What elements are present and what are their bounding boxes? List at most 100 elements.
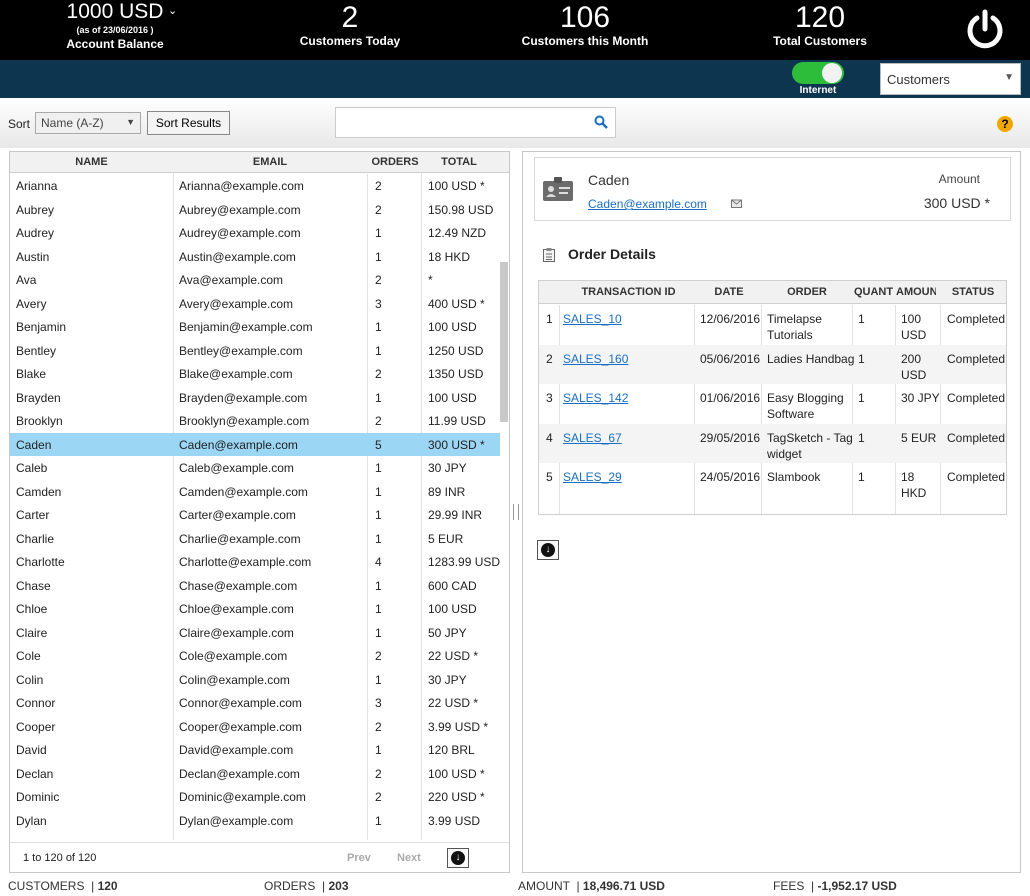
cell-name: Benjamin <box>16 320 67 334</box>
column-amount[interactable]: AMOUN <box>896 286 936 298</box>
cell-qty: 1 <box>858 351 865 366</box>
table-row[interactable]: Arianna Arianna@example.com 2 100 USD * <box>10 174 500 198</box>
customers-today: 2 Customers Today <box>290 1 410 49</box>
column-transaction-id[interactable]: TRANSACTION ID <box>561 286 696 298</box>
table-row[interactable]: Ava Ava@example.com 2 * <box>10 268 500 292</box>
amount-value: 300 USD * <box>923 195 990 211</box>
table-row[interactable]: Caleb Caleb@example.com 1 30 JPY <box>10 456 500 480</box>
prev-page-button[interactable]: Prev <box>347 852 371 864</box>
cell-orders: 2 <box>375 179 382 193</box>
cell-email: Colin@example.com <box>179 672 290 687</box>
customers-today-value: 2 <box>341 1 359 34</box>
cell-name: Chase <box>16 578 51 593</box>
table-row[interactable]: Avery Avery@example.com 3 400 USD * <box>10 292 500 316</box>
table-row[interactable]: Cooper Cooper@example.com 2 3.99 USD * <box>10 715 500 739</box>
table-row[interactable]: Claire Claire@example.com 1 50 JPY <box>10 621 500 645</box>
cell-name: Declan <box>16 766 54 781</box>
toggle-knob <box>822 63 842 83</box>
column-orders[interactable]: ORDERS <box>367 156 423 168</box>
cell-name: Ava <box>16 273 37 287</box>
order-row: 2 SALES_160 05/06/2016 Ladies Handbag 1 200 U… <box>539 344 1006 384</box>
cell-total: 30 JPY <box>428 461 467 475</box>
customer-email-link[interactable]: Caden@example.com <box>588 197 707 211</box>
cell-orders: 1 <box>375 672 382 687</box>
table-row[interactable]: Caden Caden@example.com 5 300 USD * <box>10 432 500 456</box>
cell-name: Caleb <box>16 461 48 475</box>
column-date[interactable]: DATE <box>696 286 762 298</box>
power-icon[interactable] <box>963 8 1007 52</box>
transaction-link[interactable]: SALES_160 <box>563 351 628 367</box>
column-total[interactable]: TOTAL <box>424 156 494 168</box>
list-scrollbar[interactable] <box>500 262 508 422</box>
table-row[interactable]: Chase Chase@example.com 1 600 CAD <box>10 574 500 598</box>
footer-amount-label: AMOUNT <box>518 879 570 893</box>
customer-detail-panel: Caden Caden@example.com Amount 300 USD *… <box>522 151 1021 873</box>
cell-orders: 3 <box>375 696 382 710</box>
transaction-link[interactable]: SALES_10 <box>563 311 622 327</box>
chevron-down-icon[interactable]: ⌄ <box>168 4 177 17</box>
cell-total: 5 EUR <box>428 531 464 546</box>
table-row[interactable]: Dominic Dominic@example.com 2 220 USD * <box>10 785 500 809</box>
download-orders-button[interactable]: ↓ <box>537 540 559 560</box>
cell-email: Bentley@example.com <box>179 343 303 358</box>
cell-status: Completed <box>947 470 1006 484</box>
table-row[interactable]: Charlotte Charlotte@example.com 4 1283.99 U… <box>10 550 500 574</box>
internet-toggle[interactable] <box>792 62 844 84</box>
cell-name: Brooklyn <box>16 414 63 428</box>
transaction-link[interactable]: SALES_142 <box>563 390 628 406</box>
table-row[interactable]: Audrey Audrey@example.com 1 12.49 NZD <box>10 221 500 245</box>
sort-select[interactable]: Name (A-Z) ▼ <box>35 112 141 134</box>
table-row[interactable]: Camden Camden@example.com 1 89 INR <box>10 480 500 504</box>
column-status[interactable]: STATUS <box>942 286 1004 298</box>
sort-results-button[interactable]: Sort Results <box>147 111 230 135</box>
cell-email: Cooper@example.com <box>179 719 302 734</box>
view-select[interactable]: Customers ▼ <box>880 63 1021 95</box>
table-row[interactable]: Connor Connor@example.com 3 22 USD * <box>10 691 500 715</box>
help-icon[interactable]: ? <box>997 116 1013 132</box>
table-row[interactable]: Austin Austin@example.com 1 18 HKD <box>10 245 500 269</box>
table-row[interactable]: Charlie Charlie@example.com 1 5 EUR <box>10 527 500 551</box>
list-pagination: 1 to 120 of 120 Prev Next ↓ <box>10 842 509 872</box>
cell-total: 400 USD * <box>428 296 485 311</box>
chevron-down-icon: ▼ <box>126 117 135 127</box>
cell-date: 05/06/2016 <box>700 351 761 366</box>
table-row[interactable]: Colin Colin@example.com 1 30 JPY <box>10 668 500 692</box>
total-customers-label: Total Customers <box>773 34 867 48</box>
column-email[interactable]: EMAIL <box>174 156 366 168</box>
cell-orders: 1 <box>375 226 382 240</box>
cell-date: 24/05/2016 <box>700 470 761 484</box>
footer-orders: ORDERS | 203 <box>264 879 349 893</box>
cell-orders: 1 <box>375 508 382 522</box>
column-name[interactable]: NAME <box>10 156 173 168</box>
table-row[interactable]: Brayden Brayden@example.com 1 100 USD <box>10 386 500 410</box>
column-quantity[interactable]: QUANT <box>853 286 894 298</box>
next-page-button[interactable]: Next <box>397 852 421 864</box>
nav-strip: Internet Customers ▼ <box>0 60 1030 98</box>
table-row[interactable]: Dylan Dylan@example.com 1 3.99 USD <box>10 809 500 833</box>
table-row[interactable]: Benjamin Benjamin@example.com 1 100 USD <box>10 315 500 339</box>
transaction-link[interactable]: SALES_67 <box>563 430 622 446</box>
table-row[interactable]: David David@example.com 1 120 BRL <box>10 738 500 762</box>
panel-splitter[interactable] <box>513 504 519 520</box>
cell-name: Charlotte <box>16 555 65 569</box>
total-customers-value: 120 <box>794 1 846 34</box>
table-row[interactable]: Blake Blake@example.com 2 1350 USD <box>10 362 500 386</box>
cell-email: Blake@example.com <box>179 367 293 381</box>
column-order[interactable]: ORDER <box>762 286 852 298</box>
table-row[interactable]: Brooklyn Brooklyn@example.com 2 11.99 USD <box>10 409 500 433</box>
transaction-link[interactable]: SALES_29 <box>563 469 622 485</box>
table-row[interactable]: Bentley Bentley@example.com 1 1250 USD <box>10 339 500 363</box>
cell-email: Austin@example.com <box>179 249 296 264</box>
download-list-button[interactable]: ↓ <box>447 848 469 868</box>
table-row[interactable]: Carter Carter@example.com 1 29.99 INR <box>10 503 500 527</box>
cell-name: Avery <box>16 296 47 311</box>
search-icon[interactable] <box>594 115 608 129</box>
table-row[interactable]: Aubrey Aubrey@example.com 2 150.98 USD <box>10 198 500 222</box>
table-row[interactable]: Chloe Chloe@example.com 1 100 USD <box>10 597 500 621</box>
search-input[interactable] <box>335 107 616 138</box>
table-row[interactable]: Declan Declan@example.com 2 100 USD * <box>10 762 500 786</box>
cell-amount: 200 USD <box>901 351 927 382</box>
table-row[interactable]: Cole Cole@example.com 2 22 USD * <box>10 644 500 668</box>
mail-icon[interactable] <box>731 198 742 209</box>
stats-header: 1000 USD (as of 23/06/2016 ) Account Bal… <box>0 0 1030 60</box>
